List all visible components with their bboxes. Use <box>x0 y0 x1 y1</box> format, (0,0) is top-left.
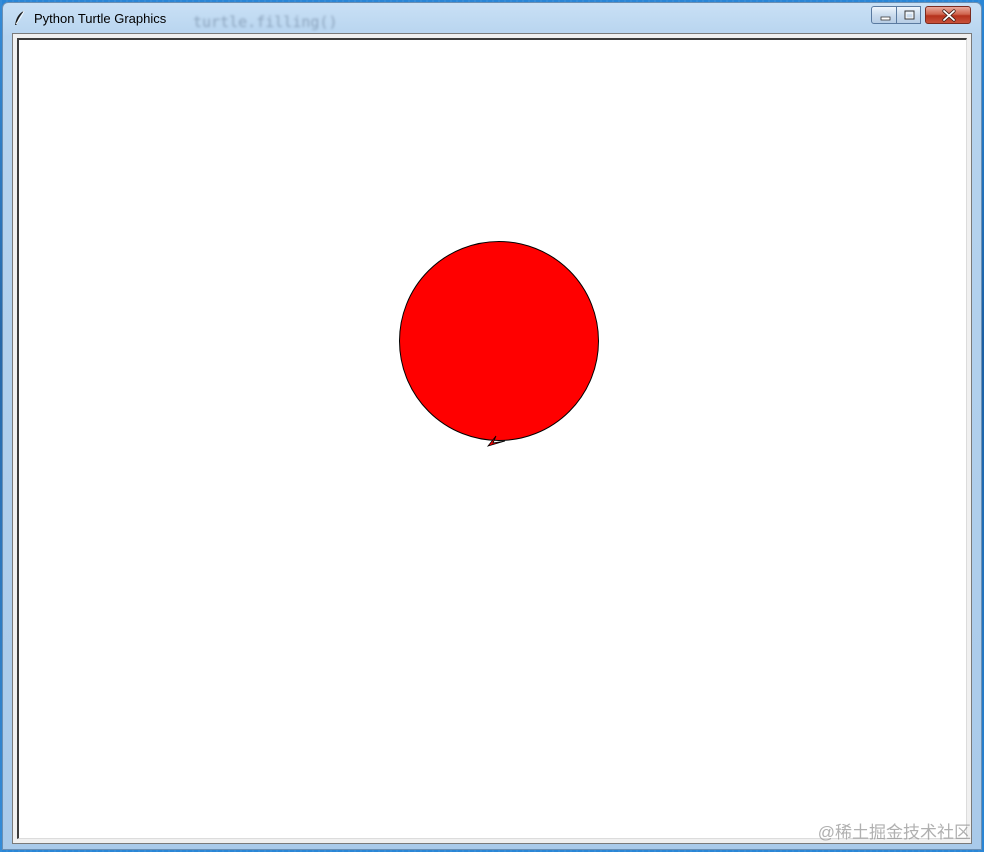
minimize-icon <box>880 16 891 21</box>
turtle-drawing <box>399 241 599 447</box>
feather-icon <box>15 10 25 25</box>
turtle-window[interactable]: Python Turtle Graphics turtle.filling() <box>2 2 982 850</box>
background-code-text: turtle.filling() <box>193 13 338 31</box>
red-circle <box>399 241 599 441</box>
minimize-button[interactable] <box>871 6 897 24</box>
title-bar[interactable]: Python Turtle Graphics turtle.filling() <box>3 3 981 33</box>
close-button[interactable] <box>925 6 971 24</box>
watermark: @稀土掘金技术社区 <box>817 823 971 842</box>
close-icon <box>942 9 956 22</box>
window-client-area <box>12 33 972 844</box>
turtle-canvas[interactable] <box>17 38 967 839</box>
maximize-icon <box>904 10 915 20</box>
window-title: Python Turtle Graphics <box>34 11 167 26</box>
maximize-button[interactable] <box>896 6 921 24</box>
